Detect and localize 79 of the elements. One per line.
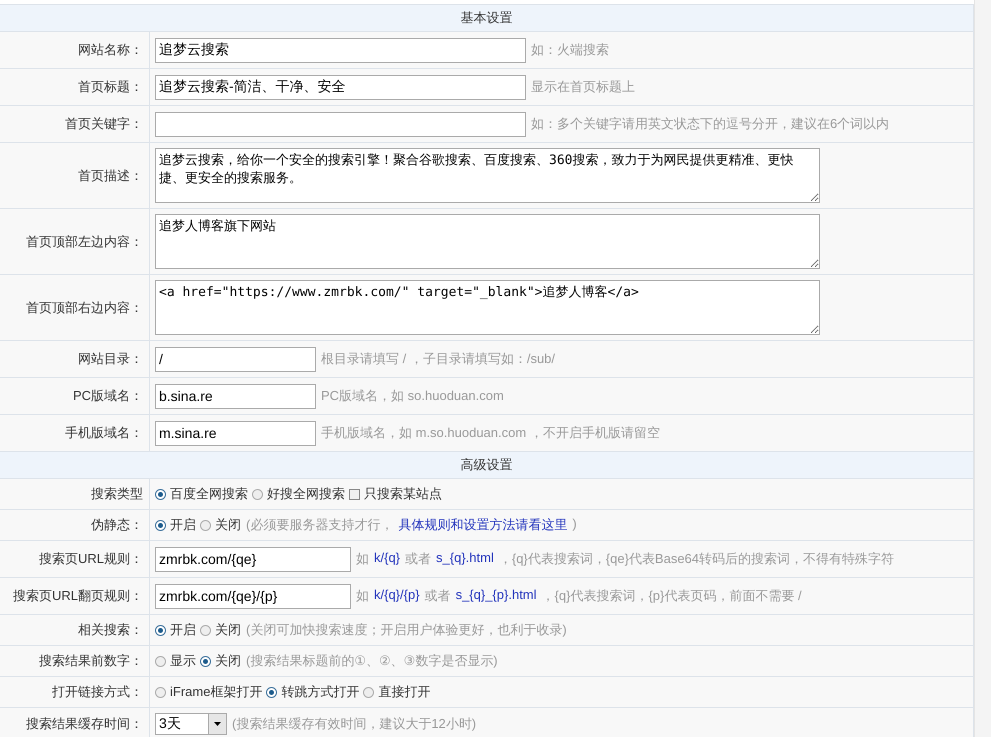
scrollbar-track[interactable] — [974, 0, 991, 737]
text-area[interactable]: 追梦人博客旗下网站 — [155, 214, 820, 269]
help-link[interactable]: s_{q}_{p}.html — [456, 587, 537, 605]
radio-button[interactable] — [200, 656, 211, 666]
help-link[interactable]: 具体规则和设置方法请看这里 — [398, 516, 568, 534]
hint-text: (必须要服务器支持才行， — [246, 516, 394, 534]
radio-button[interactable] — [155, 488, 166, 500]
field-label: 搜索页URL规则： — [0, 541, 150, 577]
caret-icon — [214, 722, 221, 726]
option-label: 好搜全网搜索 — [267, 485, 345, 503]
radio-button[interactable] — [200, 624, 211, 636]
hint-text: 或者 — [405, 550, 432, 568]
checkbox[interactable] — [349, 488, 360, 500]
field-label: 搜索页URL翻页规则： — [0, 578, 150, 614]
field-label: 手机版域名： — [0, 415, 150, 451]
hint-text: 如：火端搜索 — [531, 41, 609, 59]
text-field[interactable]: 追梦云搜索 — [155, 38, 526, 62]
hint-text: 根目录请填写 / ，子目录请填写如：/sub/ — [321, 350, 556, 368]
text-field[interactable]: b.sina.re — [155, 384, 316, 408]
radio-button[interactable] — [155, 624, 166, 636]
radio-button[interactable] — [155, 656, 166, 666]
help-link[interactable]: s_{q}.html — [436, 550, 494, 568]
option-label: 开启 — [170, 516, 196, 534]
hint-text: 或者 — [424, 587, 451, 605]
option-label: 转跳方式打开 — [281, 683, 360, 701]
radio-button[interactable] — [266, 686, 278, 698]
field-label: 搜索类型 — [0, 479, 150, 509]
option-label: 百度全网搜索 — [170, 485, 248, 503]
help-link[interactable]: k/{q}/{p} — [374, 587, 420, 605]
section-header: 基本设置 — [0, 5, 973, 32]
field-label: 首页顶部右边内容： — [0, 275, 150, 340]
text-field[interactable]: m.sina.re — [155, 420, 316, 446]
field-label: 伪静态： — [0, 510, 150, 540]
hint-text: 如 — [356, 587, 369, 605]
hint-text: 如：多个关键字请用英文状态下的逗号分开，建议在6个词以内 — [531, 115, 890, 133]
hint-text: (搜索结果标题前的①、②、③数字是否显示) — [246, 652, 498, 670]
text-field[interactable]: zmrbk.com/{qe} — [155, 546, 351, 572]
help-link[interactable]: k/{q} — [374, 550, 400, 568]
field-label: 网站目录： — [0, 341, 150, 377]
hint-text: 如 — [356, 550, 369, 568]
radio-button[interactable] — [363, 686, 374, 698]
field-label: 搜索结果缓存时间： — [0, 708, 150, 737]
field-label: 首页标题： — [0, 69, 150, 105]
option-label: iFrame框架打开 — [170, 683, 262, 701]
option-label: 直接打开 — [378, 683, 430, 701]
radio-button[interactable] — [252, 488, 263, 500]
text-field[interactable]: / — [155, 346, 316, 372]
option-label: 关闭 — [215, 621, 241, 639]
text-field[interactable]: 追梦云搜索-简洁、干净、安全 — [155, 74, 526, 100]
radio-button[interactable] — [200, 520, 211, 530]
radio-button[interactable] — [155, 520, 166, 530]
option-label: 只搜索某站点 — [364, 485, 442, 503]
field-label: PC版域名： — [0, 378, 150, 414]
field-label: 相关搜索： — [0, 615, 150, 645]
text-field[interactable] — [155, 112, 526, 136]
hint-text: 显示在首页标题上 — [531, 78, 635, 96]
radio-button[interactable] — [155, 686, 166, 698]
dropdown[interactable]: 3天 — [155, 713, 227, 735]
hint-text: PC版域名，如 so.huoduan.com — [321, 387, 504, 405]
field-label: 首页关键字： — [0, 106, 150, 142]
field-label: 首页顶部左边内容： — [0, 209, 150, 274]
hint-text: 手机版域名，如 m.so.huoduan.com ，不开启手机版请留空 — [321, 424, 660, 442]
section-header: 高级设置 — [0, 452, 973, 479]
field-label: 搜索结果前数字： — [0, 646, 150, 676]
option-label: 显示 — [170, 652, 196, 670]
hint-text: (搜索结果缓存有效时间，建议大于12小时) — [232, 715, 476, 733]
text-area[interactable]: 追梦云搜索，给你一个安全的搜索引擎！聚合谷歌搜索、百度搜索、360搜索，致力于为网民提供更精准、更快捷、更安全的搜索服务。 — [155, 148, 820, 203]
option-label: 关闭 — [215, 516, 241, 534]
option-label: 开启 — [170, 621, 196, 639]
text-area[interactable]: <a href="https://www.zmrbk.com/" target="_blank">追梦人博客</a> — [155, 280, 820, 335]
field-label: 网站名称： — [0, 32, 150, 68]
hint-text: ，{q}代表搜索词，{qe}代表Base64转码后的搜索词，不得有特殊字符 — [498, 550, 894, 568]
hint-text: ) — [572, 516, 577, 533]
text-field[interactable]: zmrbk.com/{qe}/{p} — [155, 584, 351, 608]
hint-text: (关闭可加快搜索速度；开启用户体验更好，也利于收录) — [246, 621, 567, 639]
option-label: 关闭 — [215, 652, 241, 670]
field-label: 首页描述： — [0, 143, 150, 208]
hint-text: ，{q}代表搜索词，{p}代表页码，前面不需要 / — [542, 587, 802, 605]
field-label: 打开链接方式： — [0, 677, 150, 707]
